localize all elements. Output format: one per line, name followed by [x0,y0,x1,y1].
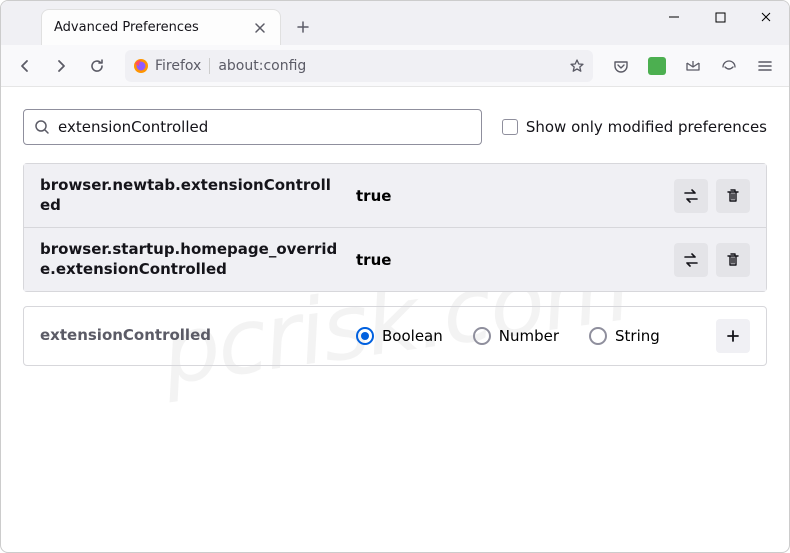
search-icon [34,119,50,135]
pref-name: browser.startup.homepage_override.extens… [40,240,340,279]
trash-icon [725,252,741,268]
pref-actions [674,179,750,213]
firefox-icon [133,58,149,74]
radio-icon [589,327,607,345]
pref-name: browser.newtab.extensionControlled [40,176,340,215]
pref-value: true [356,251,658,269]
plus-icon [725,328,741,344]
reload-button[interactable] [81,50,113,82]
type-radio-group: Boolean Number String [356,327,700,345]
preference-table: browser.newtab.extensionControlled true … [23,163,767,292]
account-button[interactable] [713,50,745,82]
radio-boolean[interactable]: Boolean [356,327,443,345]
search-box[interactable] [23,109,482,145]
add-button[interactable] [716,319,750,353]
back-button[interactable] [9,50,41,82]
close-icon[interactable] [252,20,268,36]
window-controls [651,1,789,45]
extension-button[interactable] [641,50,673,82]
pref-value: true [356,187,658,205]
delete-button[interactable] [716,243,750,277]
search-input[interactable] [58,118,471,136]
checkbox-icon [502,119,518,135]
swap-icon [682,251,700,269]
maximize-button[interactable] [697,1,743,33]
radio-icon [356,327,374,345]
toggle-button[interactable] [674,179,708,213]
delete-button[interactable] [716,179,750,213]
url-text: about:config [218,58,561,74]
new-tab-button[interactable] [287,11,319,43]
nav-toolbar: Firefox about:config [1,45,789,87]
new-pref-name: extensionControlled [40,326,340,346]
preference-row[interactable]: browser.newtab.extensionControlled true [24,164,766,227]
minimize-button[interactable] [651,1,697,33]
titlebar: Advanced Preferences [1,1,789,45]
toggle-button[interactable] [674,243,708,277]
radio-label: Boolean [382,327,443,345]
pref-actions [674,243,750,277]
page-content: Show only modified preferences browser.n… [1,87,789,388]
mail-button[interactable] [677,50,709,82]
forward-button[interactable] [45,50,77,82]
radio-label: Number [499,327,559,345]
show-modified-checkbox[interactable]: Show only modified preferences [502,118,767,136]
swap-icon [682,187,700,205]
bookmark-star-icon[interactable] [569,58,585,74]
radio-label: String [615,327,660,345]
search-row: Show only modified preferences [23,109,767,145]
new-preference-row: extensionControlled Boolean Number Strin… [23,306,767,366]
radio-string[interactable]: String [589,327,660,345]
url-bar[interactable]: Firefox about:config [125,50,593,82]
pocket-button[interactable] [605,50,637,82]
show-modified-label: Show only modified preferences [526,118,767,136]
close-window-button[interactable] [743,1,789,33]
trash-icon [725,188,741,204]
browser-tab[interactable]: Advanced Preferences [41,9,281,45]
extension-green-icon [648,57,666,75]
radio-number[interactable]: Number [473,327,559,345]
site-identity[interactable]: Firefox [133,58,210,74]
radio-icon [473,327,491,345]
app-menu-button[interactable] [749,50,781,82]
preference-row[interactable]: browser.startup.homepage_override.extens… [24,227,766,291]
tab-title: Advanced Preferences [54,20,199,35]
identity-label: Firefox [155,58,201,74]
